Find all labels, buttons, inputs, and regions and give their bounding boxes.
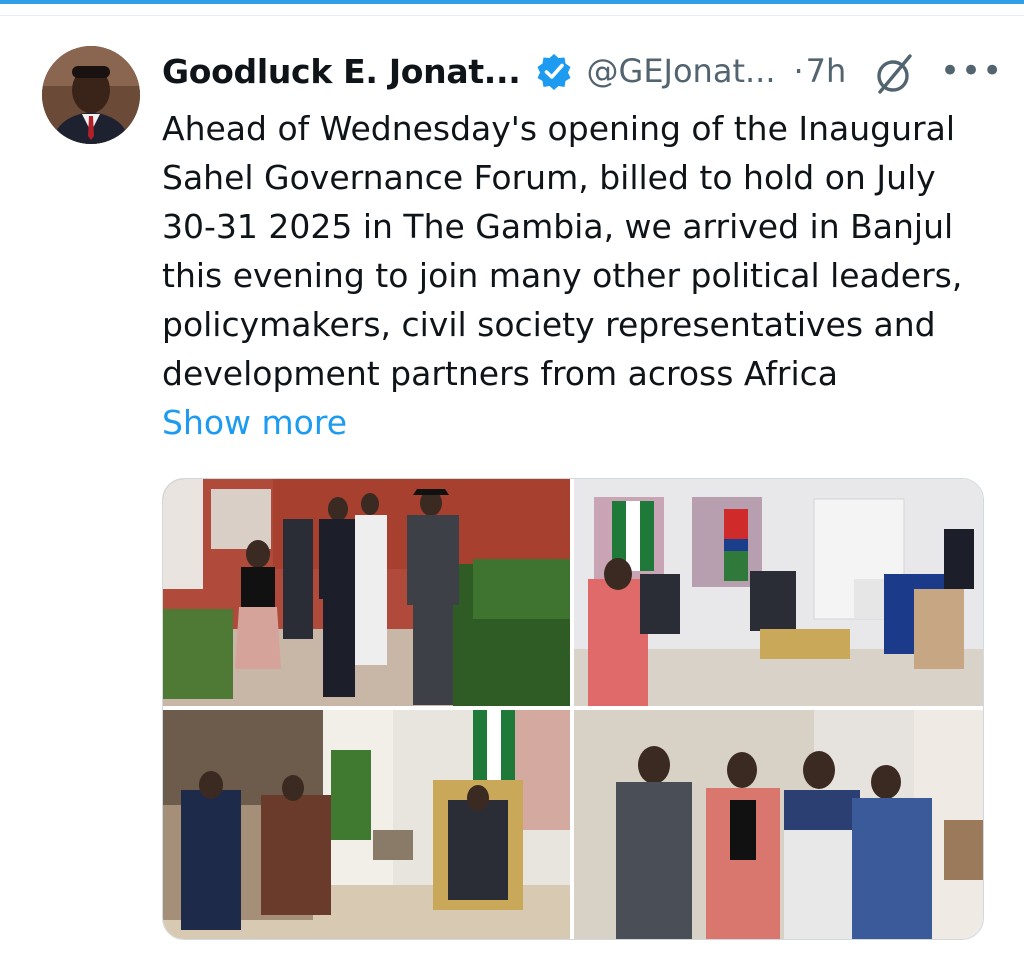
photo-delegation-walking[interactable] (163, 479, 570, 706)
avatar[interactable] (42, 46, 140, 144)
verified-badge-icon (535, 52, 573, 90)
more-options-icon[interactable]: ••• (940, 54, 1003, 88)
media-grid (162, 478, 984, 940)
tweet-header: Goodluck E. Jonat... @GEJonat... · 7h (162, 48, 846, 94)
top-accent-bar (0, 0, 1024, 4)
separator-dot: · (793, 52, 804, 90)
timestamp[interactable]: 7h (806, 52, 847, 90)
author-name[interactable]: Goodluck E. Jonat... (162, 52, 521, 91)
photo-meeting-room-flags[interactable] (574, 479, 983, 706)
photo-seated-meeting[interactable] (163, 710, 570, 939)
show-more-link[interactable]: Show more (162, 398, 347, 447)
photo-group-portrait[interactable] (574, 710, 983, 939)
tweet-text: Ahead of Wednesday's opening of the Inau… (162, 109, 963, 393)
avatar-image (42, 46, 140, 144)
author-handle[interactable]: @GEJonat... (587, 52, 776, 90)
grok-icon[interactable] (872, 52, 916, 96)
divider (0, 15, 1024, 16)
